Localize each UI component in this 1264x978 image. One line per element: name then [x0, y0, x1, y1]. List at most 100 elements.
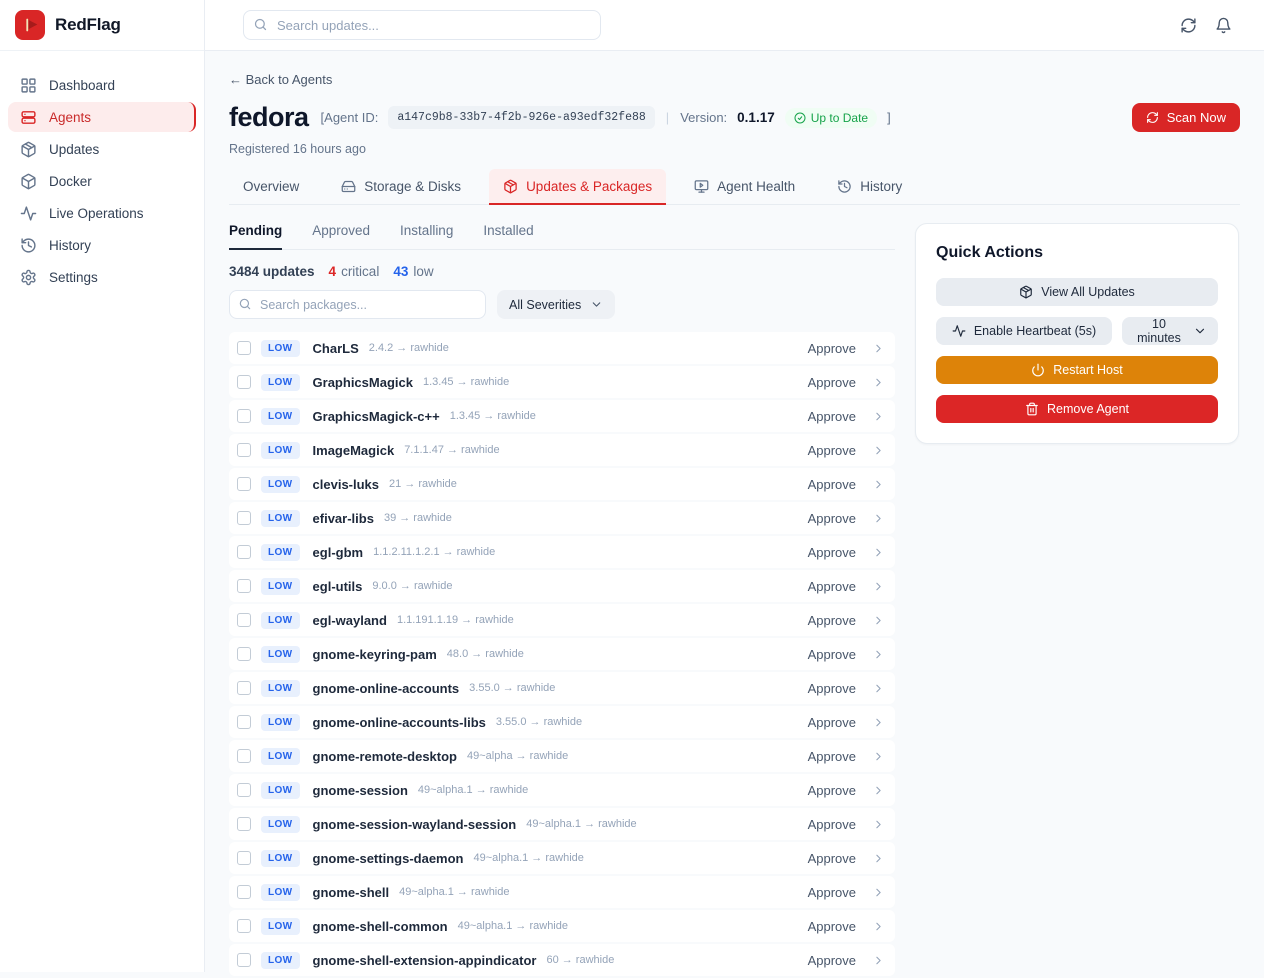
approve-button[interactable]: Approve	[808, 341, 856, 356]
refresh-icon[interactable]	[1180, 17, 1197, 34]
approve-button[interactable]: Approve	[808, 511, 856, 526]
package-row[interactable]: LOWegl-utils9.0.0 → rawhideApprove	[229, 570, 895, 602]
back-to-agents-link[interactable]: ← Back to Agents	[229, 72, 332, 87]
approve-button[interactable]: Approve	[808, 681, 856, 696]
package-row[interactable]: LOWgnome-shell-extension-appindicator60 …	[229, 944, 895, 976]
package-checkbox[interactable]	[237, 953, 251, 967]
approve-button[interactable]: Approve	[808, 579, 856, 594]
package-checkbox[interactable]	[237, 919, 251, 933]
approve-button[interactable]: Approve	[808, 851, 856, 866]
chevron-right-icon[interactable]	[872, 784, 885, 797]
package-checkbox[interactable]	[237, 409, 251, 423]
package-search-input[interactable]	[229, 290, 486, 319]
package-row[interactable]: LOWefivar-libs39 → rawhideApprove	[229, 502, 895, 534]
chevron-right-icon[interactable]	[872, 342, 885, 355]
severity-filter-select[interactable]: All Severities	[497, 290, 615, 319]
subtab-approved[interactable]: Approved	[312, 223, 370, 250]
view-all-updates-button[interactable]: View All Updates	[936, 278, 1218, 306]
approve-button[interactable]: Approve	[808, 375, 856, 390]
package-checkbox[interactable]	[237, 443, 251, 457]
package-row[interactable]: LOWgnome-keyring-pam48.0 → rawhideApprov…	[229, 638, 895, 670]
global-search-input[interactable]	[243, 10, 601, 40]
package-row[interactable]: LOWGraphicsMagick1.3.45 → rawhideApprove	[229, 366, 895, 398]
package-row[interactable]: LOWCharLS2.4.2 → rawhideApprove	[229, 332, 895, 364]
tab-overview[interactable]: Overview	[229, 169, 313, 205]
package-checkbox[interactable]	[237, 647, 251, 661]
package-row[interactable]: LOWgnome-shell-common49~alpha.1 → rawhid…	[229, 910, 895, 942]
approve-button[interactable]: Approve	[808, 919, 856, 934]
package-row[interactable]: LOWgnome-online-accounts-libs3.55.0 → ra…	[229, 706, 895, 738]
package-row[interactable]: LOWegl-wayland1.1.191.1.19 → rawhideAppr…	[229, 604, 895, 636]
chevron-right-icon[interactable]	[872, 750, 885, 763]
sidebar-item-dashboard[interactable]: Dashboard	[8, 70, 196, 100]
approve-button[interactable]: Approve	[808, 749, 856, 764]
chevron-right-icon[interactable]	[872, 852, 885, 865]
sidebar-item-history[interactable]: History	[8, 230, 196, 260]
package-checkbox[interactable]	[237, 477, 251, 491]
chevron-right-icon[interactable]	[872, 376, 885, 389]
chevron-right-icon[interactable]	[872, 580, 885, 593]
restart-host-button[interactable]: Restart Host	[936, 356, 1218, 384]
chevron-right-icon[interactable]	[872, 682, 885, 695]
package-checkbox[interactable]	[237, 851, 251, 865]
package-row[interactable]: LOWgnome-remote-desktop49~alpha → rawhid…	[229, 740, 895, 772]
chevron-right-icon[interactable]	[872, 648, 885, 661]
chevron-right-icon[interactable]	[872, 546, 885, 559]
chevron-right-icon[interactable]	[872, 920, 885, 933]
approve-button[interactable]: Approve	[808, 409, 856, 424]
package-checkbox[interactable]	[237, 375, 251, 389]
tab-storage-disks[interactable]: Storage & Disks	[327, 169, 475, 205]
bell-icon[interactable]	[1215, 17, 1232, 34]
sidebar-item-settings[interactable]: Settings	[8, 262, 196, 292]
package-row[interactable]: LOWgnome-session49~alpha.1 → rawhideAppr…	[229, 774, 895, 806]
package-checkbox[interactable]	[237, 545, 251, 559]
chevron-right-icon[interactable]	[872, 818, 885, 831]
sidebar-item-agents[interactable]: Agents	[8, 102, 196, 132]
approve-button[interactable]: Approve	[808, 647, 856, 662]
sidebar-item-live-operations[interactable]: Live Operations	[8, 198, 196, 228]
package-checkbox[interactable]	[237, 613, 251, 627]
package-row[interactable]: LOWclevis-luks21 → rawhideApprove	[229, 468, 895, 500]
package-checkbox[interactable]	[237, 715, 251, 729]
tab-updates-packages[interactable]: Updates & Packages	[489, 169, 666, 205]
subtab-pending[interactable]: Pending	[229, 223, 282, 250]
approve-button[interactable]: Approve	[808, 885, 856, 900]
subtab-installed[interactable]: Installed	[483, 223, 533, 250]
chevron-right-icon[interactable]	[872, 478, 885, 491]
approve-button[interactable]: Approve	[808, 477, 856, 492]
approve-button[interactable]: Approve	[808, 715, 856, 730]
chevron-right-icon[interactable]	[872, 886, 885, 899]
package-checkbox[interactable]	[237, 783, 251, 797]
chevron-right-icon[interactable]	[872, 512, 885, 525]
chevron-right-icon[interactable]	[872, 614, 885, 627]
package-checkbox[interactable]	[237, 511, 251, 525]
package-checkbox[interactable]	[237, 681, 251, 695]
package-checkbox[interactable]	[237, 749, 251, 763]
package-row[interactable]: LOWgnome-shell49~alpha.1 → rawhideApprov…	[229, 876, 895, 908]
package-row[interactable]: LOWgnome-online-accounts3.55.0 → rawhide…	[229, 672, 895, 704]
scan-now-button[interactable]: Scan Now	[1132, 103, 1240, 132]
package-checkbox[interactable]	[237, 341, 251, 355]
tab-agent-health[interactable]: Agent Health	[680, 169, 809, 205]
package-row[interactable]: LOWgnome-settings-daemon49~alpha.1 → raw…	[229, 842, 895, 874]
approve-button[interactable]: Approve	[808, 953, 856, 968]
heartbeat-interval-select[interactable]: 10 minutes	[1122, 317, 1218, 345]
package-row[interactable]: LOWGraphicsMagick-c++1.3.45 → rawhideApp…	[229, 400, 895, 432]
enable-heartbeat-button[interactable]: Enable Heartbeat (5s)	[936, 317, 1112, 345]
approve-button[interactable]: Approve	[808, 545, 856, 560]
chevron-right-icon[interactable]	[872, 716, 885, 729]
chevron-right-icon[interactable]	[872, 410, 885, 423]
package-row[interactable]: LOWImageMagick7.1.1.47 → rawhideApprove	[229, 434, 895, 466]
package-checkbox[interactable]	[237, 817, 251, 831]
package-row[interactable]: LOWegl-gbm1.1.2.11.1.2.1 → rawhideApprov…	[229, 536, 895, 568]
chevron-right-icon[interactable]	[872, 444, 885, 457]
sidebar-item-updates[interactable]: Updates	[8, 134, 196, 164]
sidebar-item-docker[interactable]: Docker	[8, 166, 196, 196]
remove-agent-button[interactable]: Remove Agent	[936, 395, 1218, 423]
tab-history[interactable]: History	[823, 169, 916, 205]
package-checkbox[interactable]	[237, 885, 251, 899]
package-checkbox[interactable]	[237, 579, 251, 593]
subtab-installing[interactable]: Installing	[400, 223, 453, 250]
approve-button[interactable]: Approve	[808, 443, 856, 458]
chevron-right-icon[interactable]	[872, 954, 885, 967]
